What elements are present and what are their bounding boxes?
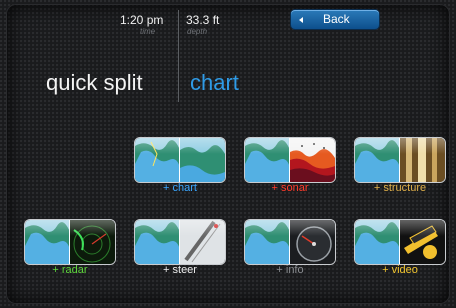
- chart-steer-thumbnail: [134, 219, 226, 265]
- chart-radar-thumbnail: [24, 219, 116, 265]
- back-arrow-icon: [299, 17, 303, 23]
- depth-label: depth: [187, 27, 208, 36]
- tile-caption-info: + info: [276, 264, 304, 276]
- tile-caption-radar: + radar: [52, 264, 88, 276]
- time-label: time: [140, 27, 156, 36]
- tile-caption-video: + video: [382, 264, 418, 276]
- tile-caption-structure: + structure: [373, 182, 427, 194]
- tile-radar[interactable]: + radar: [24, 219, 116, 279]
- back-button[interactable]: Back: [291, 10, 379, 29]
- tile-structure[interactable]: + structure: [354, 137, 446, 197]
- chart-info-thumbnail: [244, 219, 336, 265]
- tile-video[interactable]: + video: [354, 219, 446, 279]
- depth-readout: 33.3 ft: [186, 13, 220, 27]
- tile-caption-sonar: + sonar: [271, 182, 309, 194]
- back-button-label: Back: [323, 12, 350, 26]
- tile-steer[interactable]: + steer: [134, 219, 226, 279]
- page-title: quick split: [46, 70, 143, 95]
- tile-info[interactable]: + info: [244, 219, 336, 279]
- chart-chart-thumbnail: [134, 137, 226, 183]
- status-divider: [178, 10, 179, 102]
- tile-sonar[interactable]: + sonar: [244, 137, 336, 197]
- chart-video-thumbnail: [354, 219, 446, 265]
- tile-caption-steer: + steer: [163, 264, 197, 276]
- chart-sonar-thumbnail: [244, 137, 336, 183]
- tile-caption-chart: + chart: [163, 182, 197, 194]
- time-readout: 1:20 pm: [120, 13, 164, 27]
- quick-split-screen: 1:20 pm time 33.3 ft depth Back quick sp…: [0, 0, 456, 308]
- tile-chart[interactable]: + chart: [134, 137, 226, 197]
- current-mode: chart: [190, 70, 239, 95]
- chart-structure-thumbnail: [354, 137, 446, 183]
